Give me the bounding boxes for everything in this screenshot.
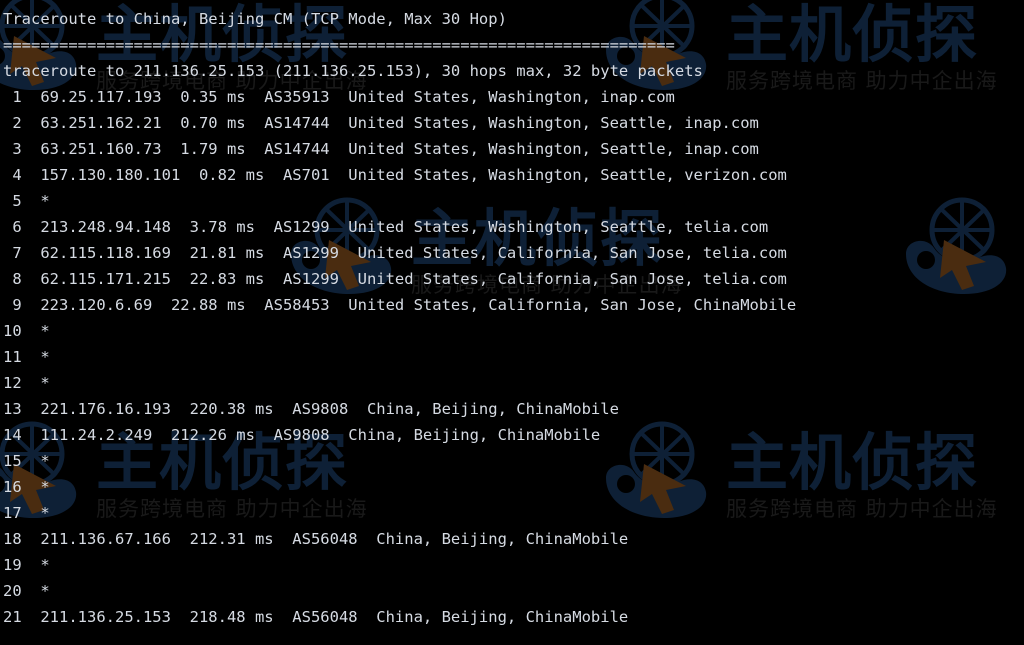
hop-line-list: 1 69.25.117.193 0.35 ms AS35913 United S… [3, 84, 1024, 630]
hop-line: 19 * [3, 556, 50, 574]
hop-line: 7 62.115.118.169 21.81 ms AS1299 United … [3, 244, 787, 262]
hop-line: 6 213.248.94.148 3.78 ms AS1299 United S… [3, 218, 769, 236]
hop-line: 12 * [3, 374, 50, 392]
hop-line: 21 211.136.25.153 218.48 ms AS56048 Chin… [3, 608, 629, 626]
hop-line: 4 157.130.180.101 0.82 ms AS701 United S… [3, 166, 787, 184]
traceroute-command-line: traceroute to 211.136.25.153 (211.136.25… [3, 62, 703, 80]
hop-line: 9 223.120.6.69 22.88 ms AS58453 United S… [3, 296, 797, 314]
hop-line: 8 62.115.171.215 22.83 ms AS1299 United … [3, 270, 787, 288]
hop-line: 3 63.251.160.73 1.79 ms AS14744 United S… [3, 140, 759, 158]
traceroute-output: Traceroute to China, Beijing CM (TCP Mod… [0, 0, 1024, 630]
hop-line: 16 * [3, 478, 50, 496]
hop-line: 11 * [3, 348, 50, 366]
hop-line: 10 * [3, 322, 50, 340]
hop-line: 13 221.176.16.193 220.38 ms AS9808 China… [3, 400, 619, 418]
hop-line: 15 * [3, 452, 50, 470]
terminal-window: 主机侦探 服务跨境电商 助力中企出海 主机侦探 服务跨境电商 助力中企出海 主机侦探 服务… [0, 0, 1024, 645]
output-title: Traceroute to China, Beijing CM (TCP Mod… [3, 10, 507, 28]
hop-line: 5 * [3, 192, 50, 210]
hop-line: 14 111.24.2.249 212.26 ms AS9808 China, … [3, 426, 601, 444]
output-separator: ========================================… [3, 36, 675, 54]
hop-line: 1 69.25.117.193 0.35 ms AS35913 United S… [3, 88, 675, 106]
hop-line: 17 * [3, 504, 50, 522]
hop-line: 18 211.136.67.166 212.31 ms AS56048 Chin… [3, 530, 629, 548]
hop-line: 2 63.251.162.21 0.70 ms AS14744 United S… [3, 114, 759, 132]
hop-line: 20 * [3, 582, 50, 600]
